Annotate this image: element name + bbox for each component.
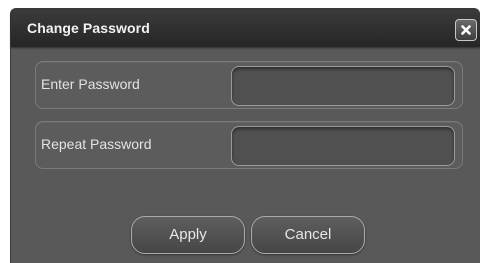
close-icon <box>461 25 471 35</box>
dialog-title: Change Password <box>27 20 150 36</box>
repeat-password-row: Repeat Password <box>35 121 463 169</box>
repeat-password-label: Repeat Password <box>41 136 152 152</box>
dialog-titlebar: Change Password <box>11 9 480 47</box>
enter-password-row: Enter Password <box>35 61 463 109</box>
apply-button[interactable]: Apply <box>131 216 245 254</box>
enter-password-input[interactable] <box>231 66 455 106</box>
close-button[interactable] <box>455 19 477 41</box>
change-password-dialog: Change Password Enter Password Repeat Pa… <box>10 8 480 263</box>
repeat-password-input[interactable] <box>231 126 455 166</box>
cancel-button[interactable]: Cancel <box>251 216 365 254</box>
enter-password-label: Enter Password <box>41 76 140 92</box>
